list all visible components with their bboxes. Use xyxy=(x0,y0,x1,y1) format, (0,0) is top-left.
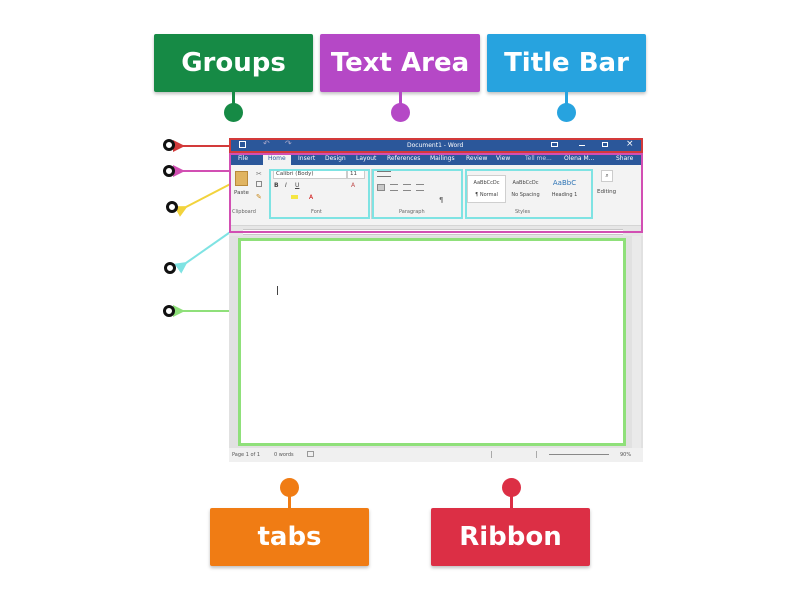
label-text-area[interactable]: Text Area xyxy=(320,34,480,92)
pin-stem-ribbon xyxy=(510,494,513,508)
drop-target-5[interactable] xyxy=(163,305,175,317)
label-tabs[interactable]: tabs xyxy=(210,508,369,566)
drop-target-4[interactable] xyxy=(164,262,176,274)
label-ribbon[interactable]: Ribbon xyxy=(431,508,590,566)
status-bar: Page 1 of 1 0 words 90% xyxy=(229,448,643,462)
zoom-level: 90% xyxy=(620,452,632,458)
pin-groups xyxy=(224,103,243,122)
frame-text-area xyxy=(238,238,626,446)
drop-target-3[interactable] xyxy=(166,201,178,213)
pin-stem-tabs xyxy=(288,494,291,508)
status-page: Page 1 of 1 xyxy=(232,452,261,458)
drop-target-1[interactable] xyxy=(163,139,175,151)
view-buttons xyxy=(491,451,537,458)
proofing-icon xyxy=(307,451,314,457)
label-title-bar[interactable]: Title Bar xyxy=(487,34,646,92)
pin-text-area xyxy=(391,103,410,122)
frame-group-paragraph xyxy=(372,169,463,219)
zoom-slider xyxy=(549,454,609,455)
frame-title-bar xyxy=(229,138,643,153)
pin-title-bar xyxy=(557,103,576,122)
frame-group-styles xyxy=(465,169,593,219)
scrollbar xyxy=(632,236,641,448)
status-words: 0 words xyxy=(274,452,294,458)
drop-target-2[interactable] xyxy=(163,165,175,177)
frame-group-font xyxy=(269,169,370,219)
label-groups[interactable]: Groups xyxy=(154,34,313,92)
